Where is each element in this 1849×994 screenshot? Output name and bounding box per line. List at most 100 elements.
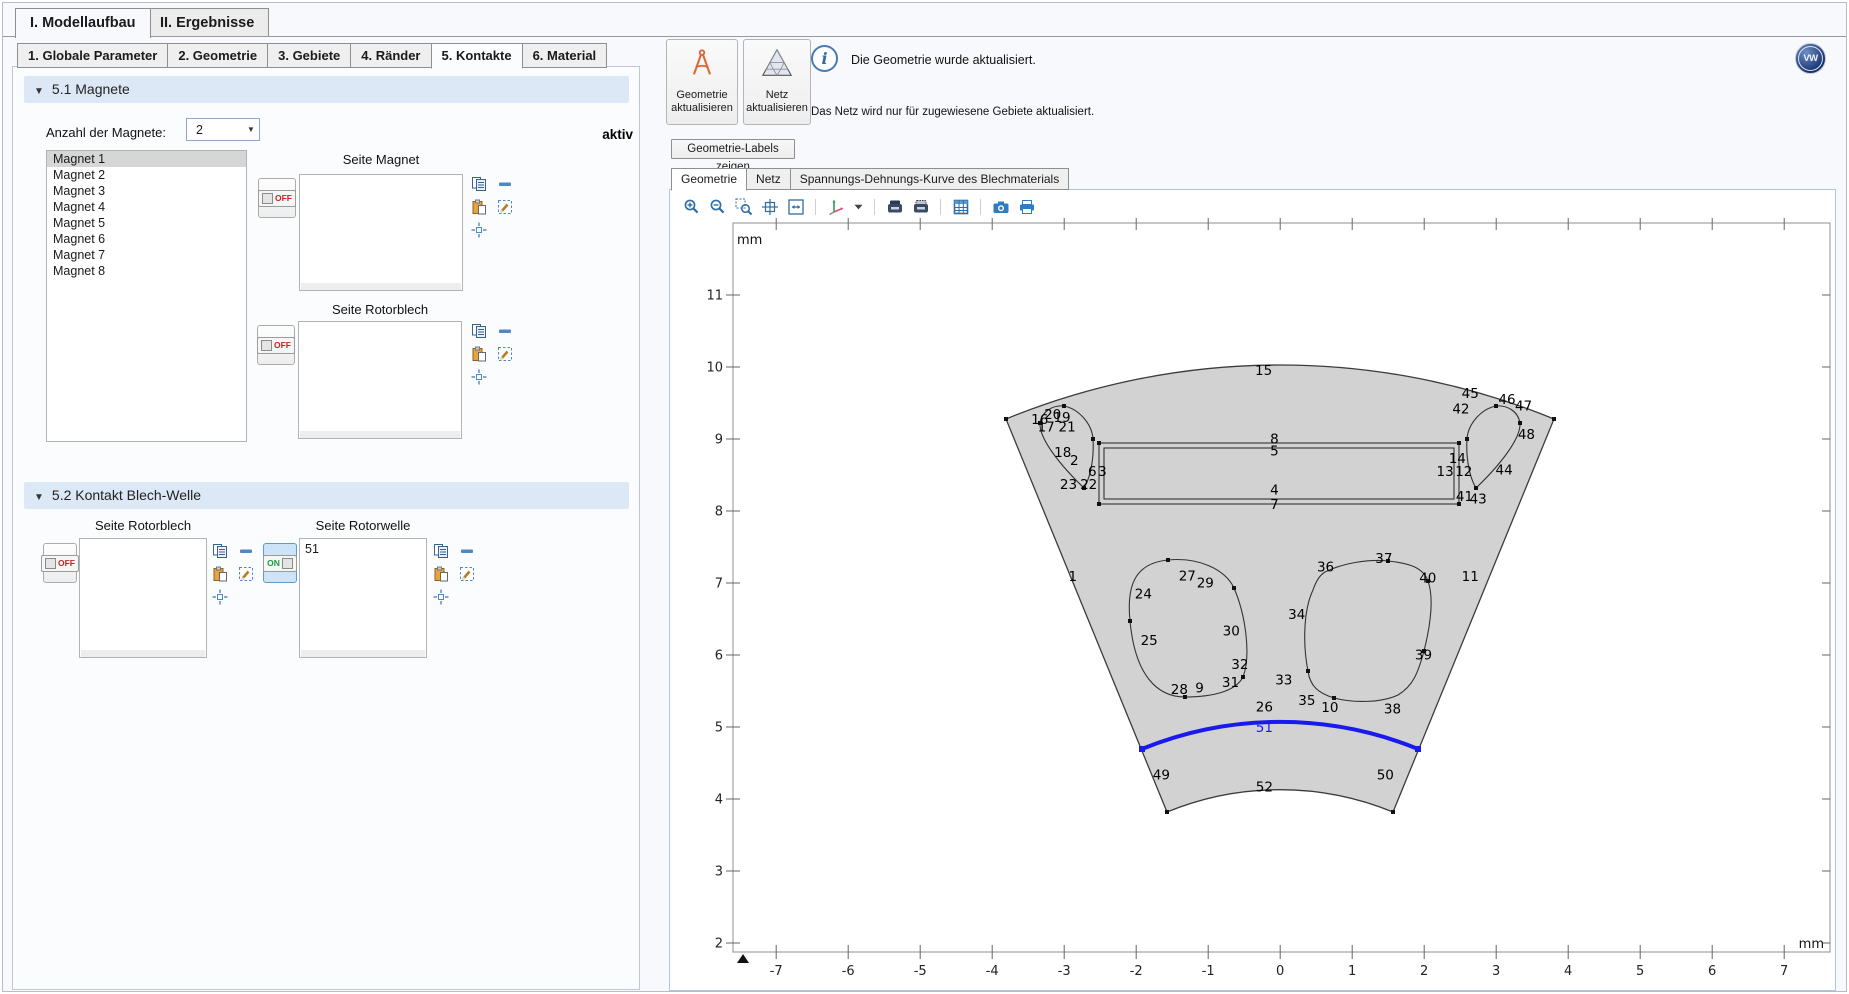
plot-label: 18: [1054, 445, 1071, 461]
plot-label: 22: [1080, 477, 1097, 493]
zoom-in-icon[interactable]: [682, 198, 701, 217]
clear-selection-icon[interactable]: [458, 565, 476, 583]
clear-selection-icon[interactable]: [496, 345, 514, 363]
off-state-icon: OFF: [258, 190, 296, 207]
paste-icon[interactable]: [470, 198, 488, 216]
update-geometry-button[interactable]: Geometrie aktualisieren: [666, 39, 738, 125]
selection-list-item[interactable]: 51: [300, 539, 426, 556]
plot-label: 29: [1197, 576, 1214, 592]
magnet-list-item[interactable]: Magnet 3: [47, 183, 246, 199]
export-image-icon[interactable]: [885, 198, 904, 217]
off-state-icon: OFF: [41, 555, 79, 572]
graphics-canvas[interactable]: -7-6-5-4-3-2-101234567234567891011 15162…: [670, 218, 1837, 992]
zoom-out-icon[interactable]: [708, 198, 727, 217]
seite-magnet-icons: [470, 175, 514, 239]
remove-icon[interactable]: [237, 542, 255, 560]
plot-label: 4: [1564, 964, 1572, 979]
fit-window-icon[interactable]: [786, 198, 805, 217]
grid-table-icon[interactable]: [951, 198, 970, 217]
remove-icon[interactable]: [496, 322, 514, 340]
axis-orientation-icon[interactable]: [826, 198, 845, 217]
graphics-tab-1[interactable]: Geometrie: [671, 168, 747, 191]
zoom-selected-icon[interactable]: [470, 368, 488, 386]
anzahl-magnete-dropdown[interactable]: 2 ▼: [186, 118, 260, 141]
remove-icon[interactable]: [458, 542, 476, 560]
plot-label: 25: [1141, 633, 1158, 649]
magnet-list[interactable]: Magnet 1Magnet 2Magnet 3Magnet 4Magnet 5…: [46, 150, 247, 442]
tab-modellaufbau[interactable]: I. Modellaufbau: [15, 8, 151, 38]
left-tab-1[interactable]: 1. Globale Parameter: [17, 43, 168, 68]
magnet-list-item[interactable]: Magnet 1: [47, 151, 246, 167]
paste-icon[interactable]: [432, 565, 450, 583]
plot-label: -5: [914, 964, 927, 979]
left-tab-3[interactable]: 3. Gebiete: [267, 43, 351, 68]
plot-label: 6: [1708, 964, 1716, 979]
copy-icon[interactable]: [470, 175, 488, 193]
plot-label: 9: [715, 433, 723, 448]
plot-label: 5: [1270, 444, 1279, 460]
camera-icon[interactable]: [991, 198, 1010, 217]
seite-rotorblech-toggle[interactable]: OFF: [257, 325, 295, 365]
paste-icon[interactable]: [211, 565, 229, 583]
plot-label: 49: [1153, 768, 1170, 784]
copy-icon[interactable]: [432, 542, 450, 560]
remove-icon[interactable]: [496, 175, 514, 193]
seite-magnet-toggle[interactable]: OFF: [258, 178, 296, 218]
plot-label: 4: [715, 793, 723, 808]
left-tab-4[interactable]: 4. Ränder: [350, 43, 431, 68]
left-tab-5[interactable]: 5. Kontakte: [431, 43, 523, 69]
kontakt-rotorblech-toggle[interactable]: OFF: [43, 543, 77, 583]
zoom-selected-icon[interactable]: [432, 588, 450, 606]
graphics-tab-3[interactable]: Spannungs-Dehnungs-Kurve des Blechmateri…: [790, 168, 1069, 190]
clear-selection-icon[interactable]: [237, 565, 255, 583]
magnet-list-item[interactable]: Magnet 7: [47, 247, 246, 263]
section-header-magnete[interactable]: ▼5.1 Magnete: [24, 76, 629, 103]
paste-icon[interactable]: [470, 345, 488, 363]
zoom-extents-icon[interactable]: [760, 198, 779, 217]
magnet-list-item[interactable]: Magnet 6: [47, 231, 246, 247]
clear-selection-icon[interactable]: [496, 198, 514, 216]
magnet-list-item[interactable]: Magnet 8: [47, 263, 246, 279]
kontakt-rotorblech-title: Seite Rotorblech: [79, 518, 207, 533]
export-image-alt-icon[interactable]: [911, 198, 930, 217]
section-header-kontakt[interactable]: ▼5.2 Kontakt Blech-Welle: [24, 482, 629, 509]
plot-label: 52: [1256, 779, 1273, 795]
plot-label: 45: [1462, 386, 1479, 402]
magnet-list-item[interactable]: Magnet 2: [47, 167, 246, 183]
left-tab-6[interactable]: 6. Material: [522, 43, 608, 68]
update-geometry-label: Geometrie aktualisieren: [667, 89, 737, 115]
tab-ergebnisse[interactable]: II. Ergebnisse: [145, 8, 269, 36]
plot-label: 23: [1060, 477, 1077, 493]
kontakt-rotorwelle-selection-list[interactable]: 51: [299, 538, 427, 658]
kontakt-rotorwelle-toggle[interactable]: ON: [263, 543, 297, 583]
copy-icon[interactable]: [470, 322, 488, 340]
axis-dropdown-caret-icon[interactable]: [852, 198, 864, 217]
graphics-tab-2[interactable]: Netz: [746, 168, 791, 190]
plot-label: 32: [1231, 657, 1248, 673]
copy-icon[interactable]: [211, 542, 229, 560]
plot-label: 47: [1515, 398, 1532, 414]
kontakt-rotorblech-icons: [211, 542, 255, 606]
aktiv-label: aktiv: [573, 127, 633, 142]
update-mesh-button[interactable]: Netz aktualisieren: [743, 39, 811, 125]
plot-label: 39: [1415, 648, 1432, 664]
kontakt-rotorblech-selection-list[interactable]: [79, 538, 207, 658]
anzahl-magnete-value: 2: [187, 123, 243, 137]
magnet-list-item[interactable]: Magnet 4: [47, 199, 246, 215]
plot-label: 10: [706, 361, 723, 376]
left-tab-2[interactable]: 2. Geometrie: [167, 43, 268, 68]
seite-rotorblech-icons: [470, 322, 514, 386]
chevron-down-icon: ▼: [243, 125, 259, 134]
collapse-triangle-icon: ▼: [34, 492, 44, 503]
magnet-list-item[interactable]: Magnet 5: [47, 215, 246, 231]
zoom-box-icon[interactable]: [734, 198, 753, 217]
geometry-updated-message: Die Geometrie wurde aktualisiert.: [851, 53, 1036, 67]
plot-label: 1: [1348, 964, 1356, 979]
seite-magnet-selection-list[interactable]: [299, 174, 463, 291]
print-icon[interactable]: [1017, 198, 1036, 217]
graphics-toolbar: [682, 196, 1036, 218]
zoom-selected-icon[interactable]: [470, 221, 488, 239]
seite-rotorblech-selection-list[interactable]: [298, 321, 462, 439]
zoom-selected-icon[interactable]: [211, 588, 229, 606]
show-geometry-labels-button[interactable]: Geometrie-Labels zeigen: [671, 139, 795, 159]
